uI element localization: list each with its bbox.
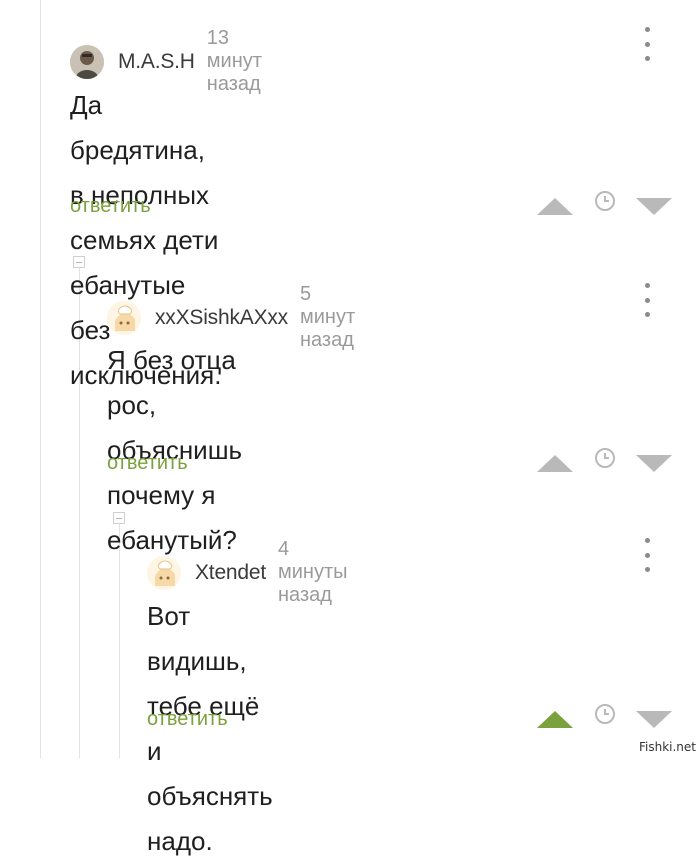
more-options-icon[interactable] [642,283,652,317]
more-options-icon[interactable] [642,27,652,61]
clock-icon[interactable] [594,190,616,212]
watermark: Fishki.net [638,740,696,754]
downvote-arrow-icon[interactable] [636,711,672,728]
upvote-arrow-icon[interactable] [537,198,573,215]
user-photo-icon [70,44,104,79]
downvote-arrow-icon[interactable] [636,455,672,472]
thread-line [40,0,41,758]
comment-text-line: надо. [147,826,213,856]
clock-icon[interactable] [594,703,616,725]
clock-icon[interactable] [594,447,616,469]
reply-button[interactable]: ответить [147,708,228,731]
reply-button[interactable]: ответить [70,195,151,218]
default-avatar-icon [107,300,141,335]
reply-button[interactable]: ответить [107,452,188,475]
comment-time[interactable]: 4 минуты назад [278,538,348,607]
comment-text-line: Я без отца рос, объяснишь почему я [107,345,243,510]
avatar[interactable] [70,44,104,79]
avatar[interactable] [107,300,141,335]
upvote-arrow-icon[interactable] [537,455,573,472]
default-avatar-icon [147,555,181,590]
comment-time[interactable]: 5 минут назад [300,283,355,352]
username[interactable]: Xtendet [195,561,266,585]
comment-text-line: Вот видишь, тебе ещё и объяснять [147,601,273,811]
comment-text-line: Да бредятина, в неполных семьях дети [70,90,219,255]
downvote-arrow-icon[interactable] [636,198,672,215]
avatar[interactable] [147,555,181,590]
comment-text: Я без отца рос, объяснишь почему я ебану… [107,338,242,563]
upvote-arrow-icon[interactable] [537,711,573,728]
more-options-icon[interactable] [642,538,652,572]
username[interactable]: M.A.S.H [118,50,195,74]
username[interactable]: xxXSishkAXxx [155,306,288,330]
